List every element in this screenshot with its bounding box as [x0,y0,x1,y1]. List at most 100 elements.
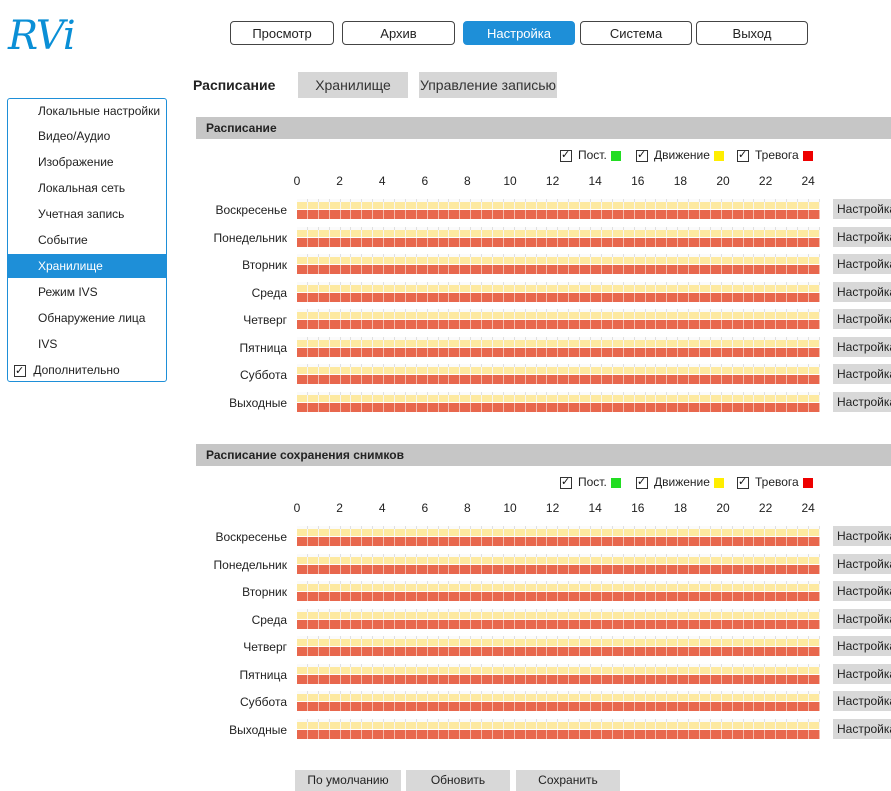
hour-label: 20 [716,174,730,188]
sidebar-item-account[interactable]: Учетная запись [8,202,166,226]
hour-label: 8 [464,174,471,188]
hour-label: 18 [673,501,688,515]
day-schedule-bar[interactable] [297,281,820,303]
tab-record-control[interactable]: Управление записью [419,72,557,98]
checkbox-icon[interactable] [560,147,572,163]
day-config-button[interactable]: Настройка [833,309,891,329]
sidebar-item-local-settings[interactable]: Локальные настройки [8,99,166,123]
checkbox-icon[interactable] [636,474,648,490]
refresh-button[interactable]: Обновить [406,770,510,791]
day-schedule-bar[interactable] [297,199,820,220]
day-config-button[interactable]: Настройка [833,226,891,247]
tab-storage[interactable]: Хранилище [298,72,408,98]
day-config-button[interactable]: Настройка [833,581,891,601]
day-config-button[interactable]: Настройка [833,718,891,739]
legend-color-swatch [802,150,813,161]
day-label: Вторник [242,585,287,599]
legend-label: Тревога [755,475,799,489]
hour-label: 12 [545,174,560,188]
day-label: Пятница [239,340,288,355]
legend-item[interactable]: Пост. [560,147,621,163]
rvi-logo: RVi [8,13,76,59]
legend-item[interactable]: Тревога [737,474,813,490]
sidebar-item-video-audio[interactable]: Видео/Аудио [8,124,166,148]
day-config-button[interactable]: Настройка [833,391,891,412]
day-schedule-bar[interactable] [297,691,820,712]
day-schedule-bar[interactable] [297,718,820,740]
sidebar-extra-toggle[interactable]: Дополнительно [14,361,120,380]
hour-label: 24 [801,501,815,515]
hour-label: 14 [588,174,602,188]
day-schedule-bar[interactable] [297,636,820,657]
hour-label: 14 [588,501,602,515]
nav-system-button[interactable]: Система [580,21,692,45]
legend-item[interactable]: Движение [636,147,724,163]
hour-label: 2 [336,501,343,515]
checkbox-icon[interactable] [737,474,749,490]
nav-exit-button[interactable]: Выход [696,21,808,45]
day-config-button[interactable]: Настройка [833,608,891,629]
sidebar-item-event[interactable]: Событие [8,228,166,252]
day-config-button[interactable]: Настройка [833,364,891,384]
sidebar-item-face-detection[interactable]: Обнаружение лица [8,306,166,330]
day-label: Понедельник [213,230,287,245]
day-label: Выходные [229,722,287,737]
sidebar-extra-label: Дополнительно [33,363,120,377]
day-schedule-bar[interactable] [297,526,820,547]
day-schedule-bar[interactable] [297,226,820,248]
hour-label: 10 [503,501,517,515]
sidebar-item-storage[interactable]: Хранилище [8,254,166,278]
day-config-button[interactable]: Настройка [833,199,891,219]
schedule-section-header: Расписание [196,117,891,139]
day-label: Выходные [229,395,287,410]
legend-item[interactable]: Пост. [560,474,621,490]
checkbox-icon[interactable] [14,362,26,380]
legend-item[interactable]: Тревога [737,147,813,163]
hour-label: 6 [421,174,429,188]
day-schedule-bar[interactable] [297,553,820,575]
day-schedule-bar[interactable] [297,364,820,385]
legend-color-swatch [713,150,724,161]
day-schedule-bar[interactable] [297,608,820,630]
defaults-button[interactable]: По умолчанию [295,770,401,791]
hour-label: 8 [464,501,471,515]
day-label: Суббота [240,695,287,709]
day-config-button[interactable]: Настройка [833,281,891,302]
legend-color-swatch [713,477,724,488]
day-label: Вторник [242,258,287,272]
day-schedule-bar[interactable] [297,254,820,275]
sidebar-item-network[interactable]: Локальная сеть [8,176,166,200]
hour-label: 22 [758,174,773,188]
day-label: Четверг [243,313,287,327]
nav-archive-button[interactable]: Архив [342,21,455,45]
checkbox-icon[interactable] [560,474,572,490]
nav-view-button[interactable]: Просмотр [230,21,334,45]
sidebar-item-ivs[interactable]: IVS [8,332,166,356]
day-schedule-bar[interactable] [297,663,820,685]
day-label: Воскресенье [215,530,287,544]
day-config-button[interactable]: Настройка [833,336,891,357]
hour-label: 4 [378,174,386,188]
tab-schedule[interactable]: Расписание [187,72,287,98]
legend-item[interactable]: Движение [636,474,724,490]
day-config-button[interactable]: Настройка [833,663,891,684]
day-config-button[interactable]: Настройка [833,636,891,656]
day-schedule-bar[interactable] [297,309,820,330]
day-schedule-bar[interactable] [297,336,820,358]
checkbox-icon[interactable] [737,147,749,163]
save-button[interactable]: Сохранить [516,770,620,791]
sidebar-item-image[interactable]: Изображение [8,150,166,174]
hour-label: 18 [673,174,688,188]
day-config-button[interactable]: Настройка [833,691,891,711]
day-label: Четверг [243,640,287,654]
nav-settings-button[interactable]: Настройка [463,21,575,45]
checkbox-icon[interactable] [636,147,648,163]
day-config-button[interactable]: Настройка [833,254,891,274]
day-config-button[interactable]: Настройка [833,553,891,574]
day-schedule-bar[interactable] [297,581,820,602]
day-label: Суббота [240,368,287,382]
sidebar-item-ivs-mode[interactable]: Режим IVS [8,280,166,304]
day-label: Воскресенье [215,203,287,217]
day-config-button[interactable]: Настройка [833,526,891,546]
day-schedule-bar[interactable] [297,391,820,413]
